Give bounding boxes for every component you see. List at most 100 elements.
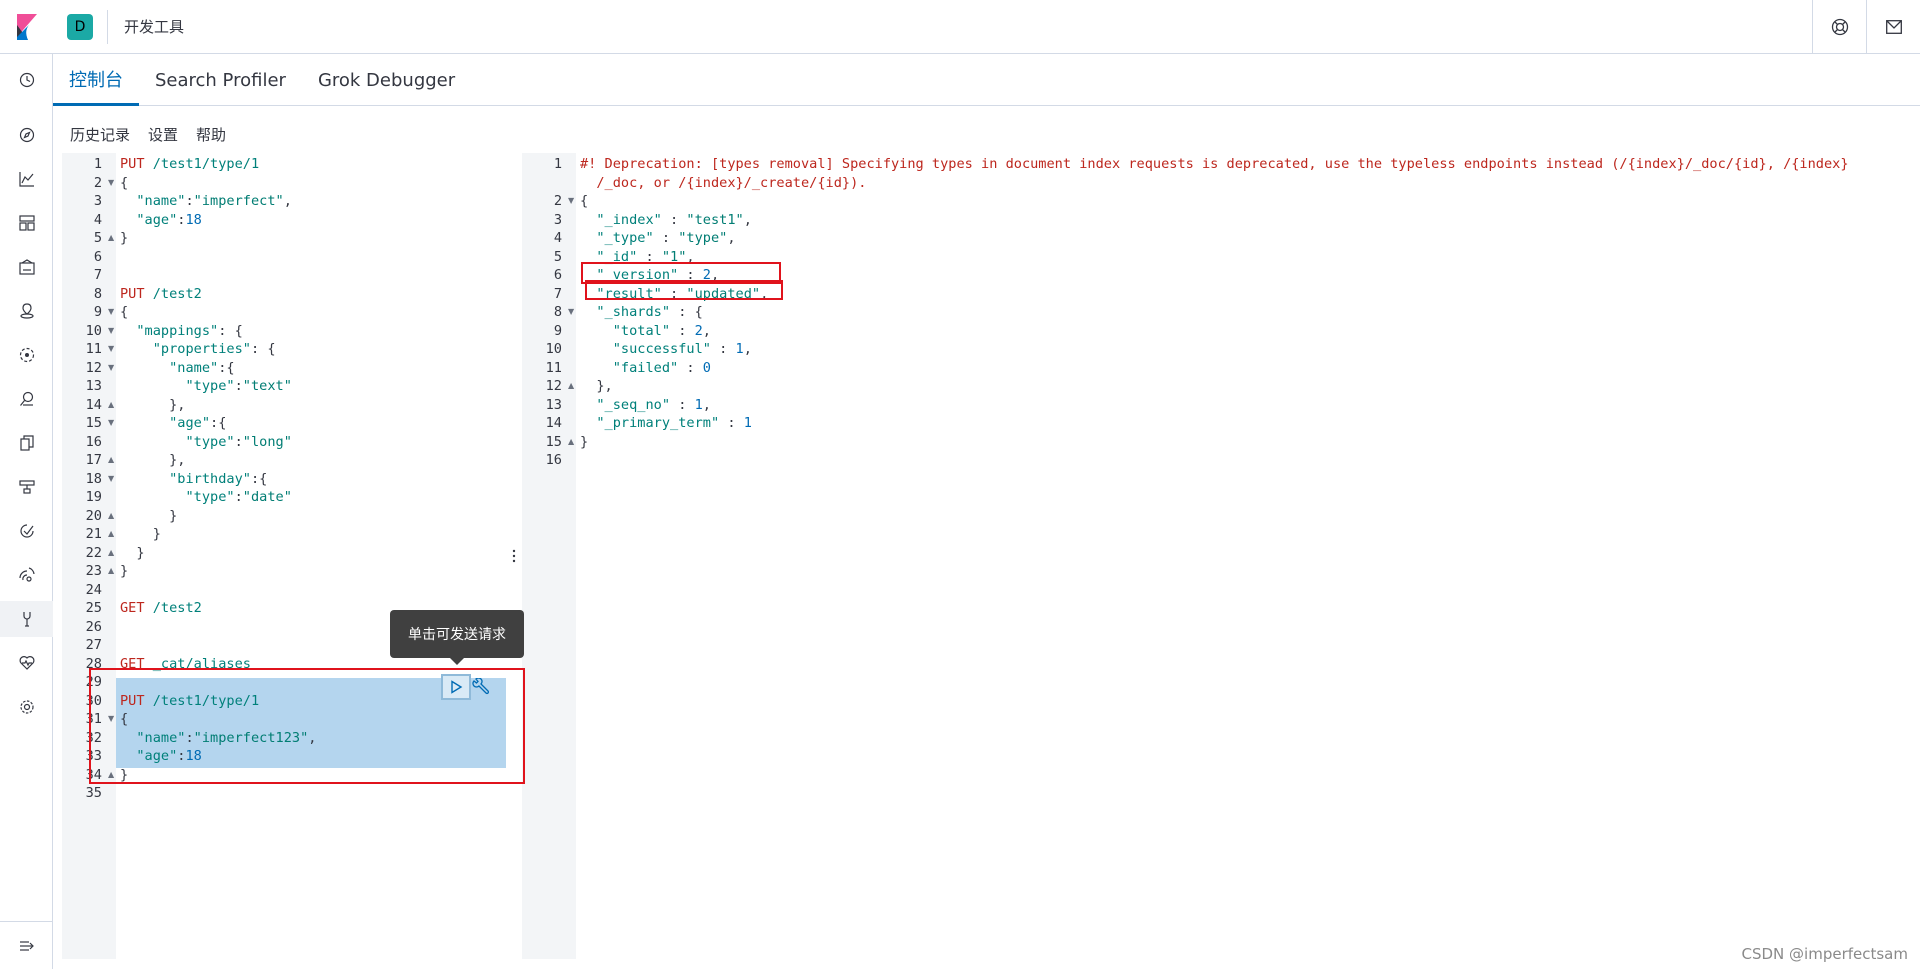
- infra-icon: [18, 480, 35, 494]
- logs-icon: [19, 435, 34, 451]
- request-code-area[interactable]: [116, 153, 506, 959]
- clock-icon: [19, 72, 34, 88]
- request-line-number: 3: [93, 193, 102, 209]
- send-request-tooltip: 单击可发送请求: [390, 610, 524, 658]
- request-line-number: 7: [93, 267, 102, 283]
- kibana-logo-icon: [16, 13, 37, 40]
- fold-toggle-icon[interactable]: ▲: [108, 229, 114, 247]
- request-code-line: }: [120, 230, 129, 246]
- nav-management[interactable]: [0, 689, 53, 725]
- pane-resizer[interactable]: [512, 548, 516, 564]
- space-avatar[interactable]: D: [67, 13, 93, 40]
- fold-toggle-icon[interactable]: ▼: [108, 359, 114, 377]
- fold-toggle-icon[interactable]: ▼: [108, 174, 114, 192]
- side-nav: [0, 54, 53, 969]
- tooltip-arrow: [450, 658, 464, 665]
- kibana-logo[interactable]: [0, 0, 53, 54]
- request-code-line: }: [120, 507, 178, 524]
- response-line-number: 2: [553, 193, 562, 209]
- nav-apm[interactable]: [0, 381, 53, 417]
- dashboard-icon: [18, 215, 35, 231]
- nav-canvas[interactable]: [0, 249, 53, 285]
- nav-visualize[interactable]: [0, 161, 53, 197]
- siem-icon: [18, 567, 35, 582]
- help-menu-button[interactable]: [1812, 0, 1866, 54]
- request-line-number: 8: [93, 285, 102, 302]
- request-line-number: 20: [85, 507, 102, 524]
- request-line-number: 35: [85, 785, 102, 801]
- request-line-number: 9: [93, 304, 102, 320]
- request-line-number: 5: [93, 230, 102, 246]
- response-code-line: "_shards" : {: [596, 304, 703, 320]
- fold-toggle-icon[interactable]: ▼: [108, 414, 114, 432]
- fold-toggle-icon[interactable]: ▲: [108, 525, 114, 543]
- nav-siem[interactable]: [0, 557, 53, 593]
- nav-logs[interactable]: [0, 425, 53, 461]
- fold-toggle-icon[interactable]: ▲: [108, 451, 114, 469]
- uptime-icon: [19, 524, 34, 538]
- response-line-number: 4: [553, 230, 562, 246]
- request-line-number: 11: [85, 341, 102, 357]
- fold-toggle-icon[interactable]: ▼: [108, 340, 114, 358]
- fold-toggle-icon[interactable]: ▼: [108, 303, 114, 321]
- response-line-number: 3: [553, 211, 562, 228]
- request-line-number: 2: [93, 174, 102, 191]
- history-link[interactable]: 历史记录: [70, 124, 130, 145]
- watermark: CSDN @imperfectsam: [1741, 945, 1909, 963]
- nav-uptime[interactable]: [0, 513, 53, 549]
- fold-toggle-icon[interactable]: ▼: [108, 322, 114, 340]
- request-code-line: PUT /test2: [120, 285, 202, 302]
- fold-toggle-icon[interactable]: ▲: [108, 562, 114, 580]
- tab-grok-debugger[interactable]: Grok Debugger: [302, 54, 471, 106]
- nav-ml[interactable]: [0, 337, 53, 373]
- fold-toggle-icon[interactable]: ▼: [568, 303, 574, 321]
- help-link[interactable]: 帮助: [196, 124, 226, 145]
- request-code-line: "birthday":{: [169, 470, 268, 487]
- request-code-line: "name":{: [169, 359, 235, 376]
- request-line-number: 12: [85, 359, 102, 376]
- request-code-line: {: [120, 304, 129, 320]
- fold-toggle-icon[interactable]: ▼: [568, 192, 574, 210]
- nav-devtools[interactable]: [0, 601, 53, 637]
- top-header: D 开发工具: [0, 0, 1920, 54]
- devtools-tabs: 控制台 Search Profiler Grok Debugger: [53, 54, 1920, 106]
- tab-console[interactable]: 控制台: [53, 54, 139, 106]
- request-line-number: 25: [85, 600, 102, 616]
- request-line-number: 22: [85, 544, 102, 561]
- nav-maps[interactable]: [0, 293, 53, 329]
- nav-discover[interactable]: [0, 117, 53, 153]
- request-code-line: "type":"text": [185, 378, 292, 394]
- request-code-line: GET /test2: [120, 600, 202, 616]
- request-code-line: },: [120, 452, 186, 468]
- nav-dashboard[interactable]: [0, 205, 53, 241]
- request-line-number: 27: [85, 637, 102, 653]
- request-code-line: },: [120, 396, 186, 413]
- request-line-number: 16: [85, 433, 102, 450]
- fold-toggle-icon[interactable]: ▲: [568, 433, 574, 451]
- settings-link[interactable]: 设置: [148, 124, 178, 145]
- request-line-number: 1: [93, 156, 102, 172]
- menu-collapse-icon: [19, 940, 34, 951]
- nav-recent[interactable]: [0, 62, 53, 98]
- response-line-number: 8: [553, 304, 562, 320]
- ml-icon: [19, 347, 34, 363]
- nav-monitoring[interactable]: [0, 645, 53, 681]
- response-code-line: },: [580, 378, 613, 394]
- newsfeed-button[interactable]: [1866, 0, 1920, 54]
- request-line-number: 13: [85, 378, 102, 394]
- request-line-number: 15: [85, 415, 102, 431]
- tab-search-profiler[interactable]: Search Profiler: [139, 54, 302, 106]
- fold-toggle-icon[interactable]: ▼: [108, 470, 114, 488]
- response-code-line: "_primary_term" : 1: [596, 415, 752, 431]
- fold-toggle-icon[interactable]: ▲: [568, 377, 574, 395]
- console-menu: 历史记录 设置 帮助: [70, 124, 226, 145]
- response-code-line: "_seq_no" : 1,: [596, 396, 711, 413]
- nav-infrastructure[interactable]: [0, 469, 53, 505]
- fold-toggle-icon[interactable]: ▲: [108, 507, 114, 525]
- nav-collapse-button[interactable]: [0, 921, 53, 969]
- fold-toggle-icon[interactable]: ▲: [108, 544, 114, 562]
- gear-icon: [19, 700, 34, 714]
- response-line-number: 9: [553, 322, 562, 339]
- fold-toggle-icon[interactable]: ▲: [108, 396, 114, 414]
- request-code-line: }: [120, 563, 129, 579]
